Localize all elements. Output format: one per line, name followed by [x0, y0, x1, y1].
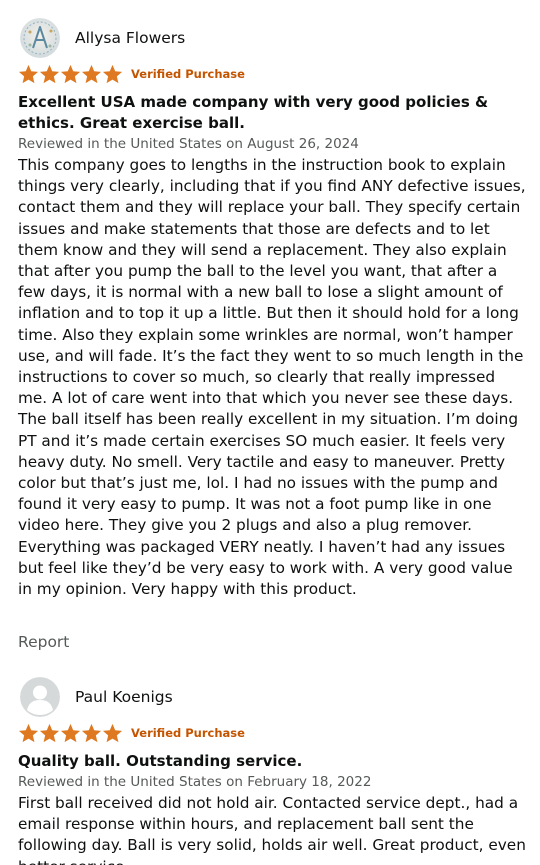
reviewer-profile[interactable]: Allysa Flowers: [18, 17, 526, 59]
reviewer-name[interactable]: Allysa Flowers: [75, 29, 185, 47]
review-date: Reviewed in the United States on Februar…: [18, 774, 372, 790]
review-card: Allysa Flowers Verified Purchase Excelle…: [18, 17, 526, 651]
review-title: Excellent USA made company with very goo…: [18, 93, 489, 132]
review-card: Paul Koenigs Verified Purchase Quality b…: [18, 676, 526, 865]
star-icon: [18, 723, 39, 743]
star-icon: [18, 64, 39, 84]
star-icon: [39, 723, 60, 743]
star-icon: [60, 723, 81, 743]
report-link[interactable]: Report: [18, 633, 526, 651]
review-title: Quality ball. Outstanding service.: [18, 752, 303, 770]
review-date: Reviewed in the United States on August …: [18, 136, 359, 152]
star-icon: [102, 64, 123, 84]
verified-purchase-badge: Verified Purchase: [131, 67, 245, 81]
reviewer-profile[interactable]: Paul Koenigs: [18, 676, 526, 718]
star-icon: [102, 723, 123, 743]
star-icon: [60, 64, 81, 84]
star-icon: [39, 64, 60, 84]
star-icon: [81, 64, 102, 84]
avatar[interactable]: [20, 677, 60, 717]
avatar[interactable]: [20, 18, 60, 58]
reviewer-name[interactable]: Paul Koenigs: [75, 688, 173, 706]
custom-avatar-icon: [20, 18, 60, 58]
review-body: This company goes to lengths in the inst…: [18, 156, 526, 599]
review-body: First ball received did not hold air. Co…: [18, 794, 526, 865]
verified-purchase-badge: Verified Purchase: [131, 726, 245, 740]
star-rating[interactable]: [18, 64, 123, 84]
rating-row: Verified Purchase: [18, 721, 526, 745]
reviews-page: Allysa Flowers Verified Purchase Excelle…: [0, 0, 540, 865]
default-avatar-icon: [20, 677, 60, 717]
star-icon: [81, 723, 102, 743]
star-rating[interactable]: [18, 723, 123, 743]
rating-row: Verified Purchase: [18, 62, 526, 86]
